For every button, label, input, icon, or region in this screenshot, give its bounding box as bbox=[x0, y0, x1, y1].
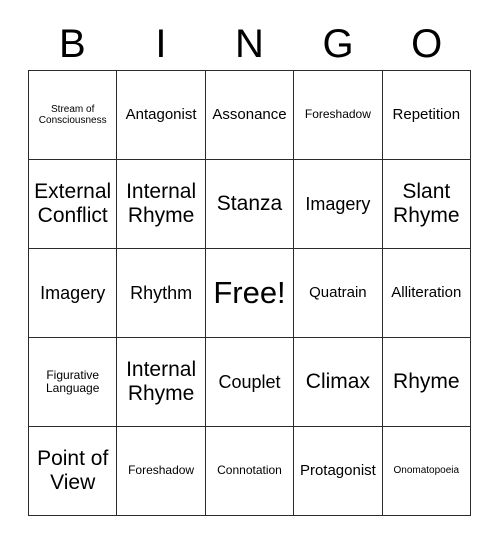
bingo-cell-label: Slant Rhyme bbox=[393, 180, 460, 227]
bingo-cell-label: Internal Rhyme bbox=[126, 358, 197, 405]
bingo-cell-b5[interactable]: Point of View bbox=[29, 427, 118, 516]
bingo-free-label: Free! bbox=[213, 274, 286, 310]
bingo-cell-label: Internal Rhyme bbox=[126, 180, 197, 227]
bingo-cell-label: Couplet bbox=[218, 371, 281, 392]
header-letter-o: O bbox=[411, 22, 443, 66]
bingo-cell-label: Rhythm bbox=[130, 282, 193, 303]
bingo-cell-label: Point of View bbox=[37, 447, 109, 494]
bingo-header-letters: B I N G O bbox=[28, 18, 471, 70]
bingo-cell-label: Foreshadow bbox=[304, 107, 371, 122]
bingo-cell-g5[interactable]: Protagonist bbox=[294, 427, 383, 516]
bingo-cell-label: Figurative Language bbox=[46, 367, 100, 395]
bingo-cell-free-space[interactable]: Free! bbox=[205, 249, 295, 338]
bingo-cell-label: Foreshadow bbox=[128, 463, 195, 478]
bingo-cell-label: Rhyme bbox=[393, 370, 460, 394]
bingo-cell-b4[interactable]: Figurative Language bbox=[29, 338, 118, 427]
bingo-cell-b1[interactable]: Stream of Consciousness bbox=[29, 71, 118, 160]
bingo-grid: Stream of Consciousness Antagonist Asson… bbox=[28, 70, 471, 516]
bingo-cell-g4[interactable]: Climax bbox=[294, 338, 383, 427]
bingo-cell-label: Imagery bbox=[305, 193, 371, 214]
bingo-cell-i3[interactable]: Rhythm bbox=[117, 249, 206, 338]
bingo-cell-b2[interactable]: External Conflict bbox=[29, 160, 118, 249]
bingo-cell-i4[interactable]: Internal Rhyme bbox=[117, 338, 206, 427]
bingo-cell-label: Imagery bbox=[40, 282, 106, 303]
bingo-cell-o4[interactable]: Rhyme bbox=[382, 338, 471, 427]
bingo-cell-g2[interactable]: Imagery bbox=[294, 160, 383, 249]
bingo-cell-label: Assonance bbox=[212, 105, 287, 123]
bingo-cell-n1[interactable]: Assonance bbox=[205, 71, 295, 160]
bingo-card: B I N G O Stream of Consciousness Antago… bbox=[0, 0, 500, 544]
bingo-cell-o3[interactable]: Alliteration bbox=[382, 249, 471, 338]
bingo-cell-label: Stanza bbox=[216, 192, 283, 216]
header-letter-g: G bbox=[322, 22, 354, 66]
header-letter-i: I bbox=[155, 22, 167, 66]
bingo-cell-label: Repetition bbox=[392, 105, 461, 123]
bingo-cell-n2[interactable]: Stanza bbox=[205, 160, 295, 249]
bingo-cell-n4[interactable]: Couplet bbox=[205, 338, 295, 427]
bingo-cell-g3[interactable]: Quatrain bbox=[294, 249, 383, 338]
bingo-cell-label: Alliteration bbox=[391, 283, 462, 301]
bingo-cell-i5[interactable]: Foreshadow bbox=[117, 427, 206, 516]
bingo-cell-b3[interactable]: Imagery bbox=[29, 249, 118, 338]
bingo-cell-label: Connotation bbox=[217, 463, 282, 478]
bingo-cell-label: Climax bbox=[305, 370, 370, 394]
bingo-cell-label: Protagonist bbox=[299, 461, 376, 479]
bingo-cell-o5[interactable]: Onomatopoeia bbox=[382, 427, 471, 516]
header-letter-n: N bbox=[235, 22, 264, 66]
bingo-cell-i2[interactable]: Internal Rhyme bbox=[117, 160, 206, 249]
bingo-cell-label: Onomatopoeia bbox=[393, 465, 460, 477]
bingo-cell-label: Stream of Consciousness bbox=[38, 103, 107, 126]
bingo-cell-label: External Conflict bbox=[34, 180, 112, 227]
bingo-cell-label: Quatrain bbox=[309, 283, 367, 301]
header-letter-b: B bbox=[58, 22, 86, 66]
bingo-cell-g1[interactable]: Foreshadow bbox=[294, 71, 383, 160]
bingo-cell-n5[interactable]: Connotation bbox=[205, 427, 295, 516]
bingo-cell-o1[interactable]: Repetition bbox=[382, 71, 471, 160]
bingo-cell-i1[interactable]: Antagonist bbox=[117, 71, 206, 160]
bingo-cell-o2[interactable]: Slant Rhyme bbox=[382, 160, 471, 249]
bingo-cell-label: Antagonist bbox=[125, 105, 197, 123]
